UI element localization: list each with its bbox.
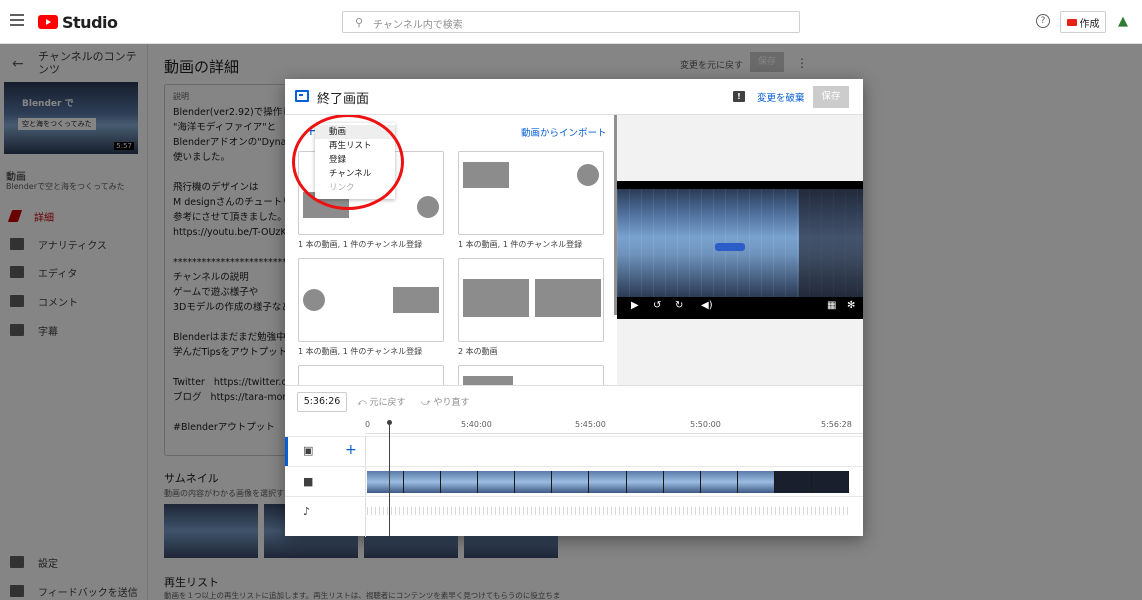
top-bar: Studio ⚲ チャンネル内で検索 ? 作成 ▲ (0, 0, 1142, 44)
dialog-header: 終了画面 ! 変更を破棄 保存 (285, 79, 863, 115)
avatar[interactable]: ▲ (1118, 14, 1136, 29)
forward-icon[interactable]: ↻ (675, 300, 683, 311)
search-placeholder: チャンネル内で検索 (373, 20, 463, 31)
tick-label: 0 (365, 420, 371, 429)
annotation-circle (292, 115, 404, 210)
dialog-title: 終了画面 (317, 92, 370, 107)
template-caption: 1 本の動画, 1 件のチャンネル登録 (298, 240, 423, 249)
import-from-video-button[interactable]: 動画からインポート (521, 125, 607, 139)
preview-panel: ▶ ↺ ↻ ◀) ▦ ✻ (617, 115, 863, 385)
search-icon: ⚲ (355, 16, 364, 29)
timecode-input[interactable]: 5:36:26 (297, 392, 347, 412)
redo-label: やり直す (433, 398, 470, 408)
logo-text: Studio (62, 12, 118, 32)
undo-label: 元に戻す (369, 398, 406, 408)
volume-icon[interactable]: ◀) (701, 300, 713, 311)
template-caption: 2 本の動画 (458, 347, 498, 356)
create-button[interactable]: 作成 (1060, 11, 1106, 33)
grid-icon[interactable]: ▦ (827, 300, 836, 311)
play-icon[interactable]: ▶ (631, 300, 639, 311)
tick-label: 5:40:00 (461, 420, 492, 429)
template-card[interactable] (458, 151, 604, 235)
playhead[interactable] (387, 420, 392, 537)
add-track-element-button[interactable]: + (345, 442, 357, 458)
end-screen-icon (295, 90, 309, 102)
video-track[interactable]: ■ (285, 466, 863, 496)
template-caption: 1 本の動画, 1 件のチャンネル登録 (458, 240, 583, 249)
video-camera-track-icon: ■ (303, 475, 314, 488)
audio-waveform (367, 507, 849, 515)
studio-logo[interactable]: Studio (38, 12, 118, 32)
rewind-icon[interactable]: ↺ (653, 300, 661, 311)
timeline: 5:36:26 ⤺ 元に戻す ⤻ やり直す 0 5:40:00 5:45:00 … (285, 385, 863, 537)
end-screen-track-icon: ▣ (303, 444, 314, 457)
end-screen-dialog: 終了画面 ! 変更を破棄 保存 + 動画からインポート 1 本の動画, 1 件の… (285, 79, 863, 537)
dialog-save-button[interactable]: 保存 (813, 86, 849, 108)
create-label: 作成 (1079, 18, 1100, 30)
template-caption: 1 本の動画, 1 件のチャンネル登録 (298, 347, 423, 356)
menu-icon[interactable] (10, 14, 24, 26)
help-icon[interactable]: ? (1036, 14, 1050, 28)
video-frames-strip (367, 471, 850, 493)
search-input[interactable]: ⚲ チャンネル内で検索 (342, 11, 800, 33)
airplane-shape (715, 243, 745, 251)
feedback-flag-icon[interactable]: ! (733, 91, 745, 102)
video-frame (617, 189, 863, 297)
template-card[interactable] (298, 365, 444, 385)
template-card[interactable] (298, 258, 444, 342)
undo-button[interactable]: ⤺ 元に戻す (357, 395, 406, 408)
youtube-logo-icon (38, 15, 58, 29)
video-camera-icon (1066, 18, 1077, 26)
music-note-icon: ♪ (303, 505, 311, 518)
tick-label: 5:45:00 (575, 420, 606, 429)
tick-label: 5:50:00 (690, 420, 721, 429)
end-screen-track[interactable]: ▣ + (285, 436, 863, 467)
settings-gear-icon[interactable]: ✻ (847, 300, 855, 311)
player-controls: ▶ ↺ ↻ ◀) ▦ ✻ (617, 295, 863, 319)
tick-label: 5:56:28 (821, 420, 852, 429)
template-card[interactable] (458, 365, 604, 385)
audio-track[interactable]: ♪ (285, 496, 863, 526)
template-panel: + 動画からインポート 1 本の動画, 1 件のチャンネル登録 1 本の動画, … (285, 115, 617, 385)
redo-button[interactable]: ⤻ やり直す (421, 395, 470, 408)
discard-changes-button[interactable]: 変更を破棄 (757, 90, 805, 104)
time-ruler[interactable]: 0 5:40:00 5:45:00 5:50:00 5:56:28 (365, 420, 863, 434)
video-player[interactable]: ▶ ↺ ↻ ◀) ▦ ✻ (617, 181, 863, 319)
template-card[interactable] (458, 258, 604, 342)
